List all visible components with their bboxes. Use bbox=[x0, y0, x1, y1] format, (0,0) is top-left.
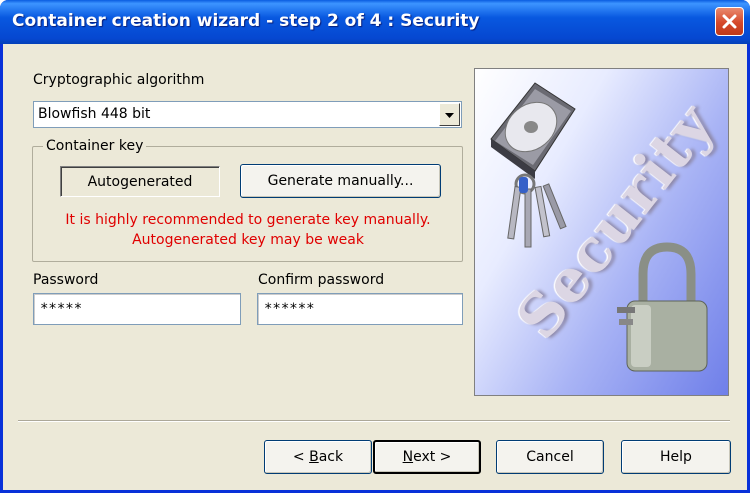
password-label: Password bbox=[33, 272, 99, 288]
window-title: Container creation wizard - step 2 of 4 … bbox=[12, 11, 480, 31]
key-warning: It is highly recommended to generate key… bbox=[33, 210, 463, 250]
dropdown-arrow-button[interactable] bbox=[439, 103, 460, 126]
title-bar[interactable]: Container creation wizard - step 2 of 4 … bbox=[0, 0, 750, 44]
keys-icon bbox=[507, 173, 567, 248]
cancel-label: Cancel bbox=[526, 449, 574, 465]
confirm-password-field[interactable] bbox=[257, 293, 463, 325]
container-key-legend: Container key bbox=[43, 138, 147, 154]
confirm-password-label: Confirm password bbox=[258, 272, 385, 288]
password-field[interactable] bbox=[33, 293, 241, 325]
button-separator bbox=[18, 420, 730, 422]
back-prefix: < bbox=[292, 449, 310, 465]
algorithm-selected-value: Blowfish 448 bit bbox=[38, 106, 151, 122]
back-label: < Back bbox=[293, 449, 343, 465]
close-button[interactable] bbox=[715, 7, 744, 36]
padlock-icon bbox=[617, 242, 708, 372]
autogenerated-label: Autogenerated bbox=[87, 173, 193, 190]
warning-line-1: It is highly recommended to generate key… bbox=[65, 212, 431, 228]
password-input[interactable] bbox=[34, 294, 240, 324]
generate-manually-label: Generate manually... bbox=[267, 173, 414, 189]
cancel-button[interactable]: Cancel bbox=[496, 440, 604, 474]
autogenerated-indicator: Autogenerated bbox=[60, 166, 220, 197]
next-mnemonic: N bbox=[402, 449, 414, 465]
algorithm-label: Cryptographic algorithm bbox=[33, 72, 205, 88]
help-label: Help bbox=[660, 449, 692, 465]
back-mnemonic: B bbox=[309, 449, 319, 465]
help-button[interactable]: Help bbox=[621, 440, 731, 474]
next-label: Next > bbox=[403, 449, 452, 465]
back-rest: ack bbox=[318, 449, 344, 465]
security-illustration: Security bbox=[474, 68, 729, 396]
next-rest: ext > bbox=[413, 449, 452, 465]
confirm-password-input[interactable] bbox=[258, 294, 462, 324]
chevron-down-icon bbox=[445, 107, 454, 123]
warning-line-2: Autogenerated key may be weak bbox=[132, 232, 364, 248]
back-button[interactable]: < Back bbox=[264, 440, 372, 474]
hard-disk-icon bbox=[490, 82, 576, 179]
close-icon bbox=[722, 14, 737, 29]
generate-manually-button[interactable]: Generate manually... bbox=[240, 164, 441, 198]
next-button[interactable]: Next > bbox=[373, 440, 481, 474]
algorithm-select[interactable]: Blowfish 448 bit bbox=[33, 101, 462, 128]
